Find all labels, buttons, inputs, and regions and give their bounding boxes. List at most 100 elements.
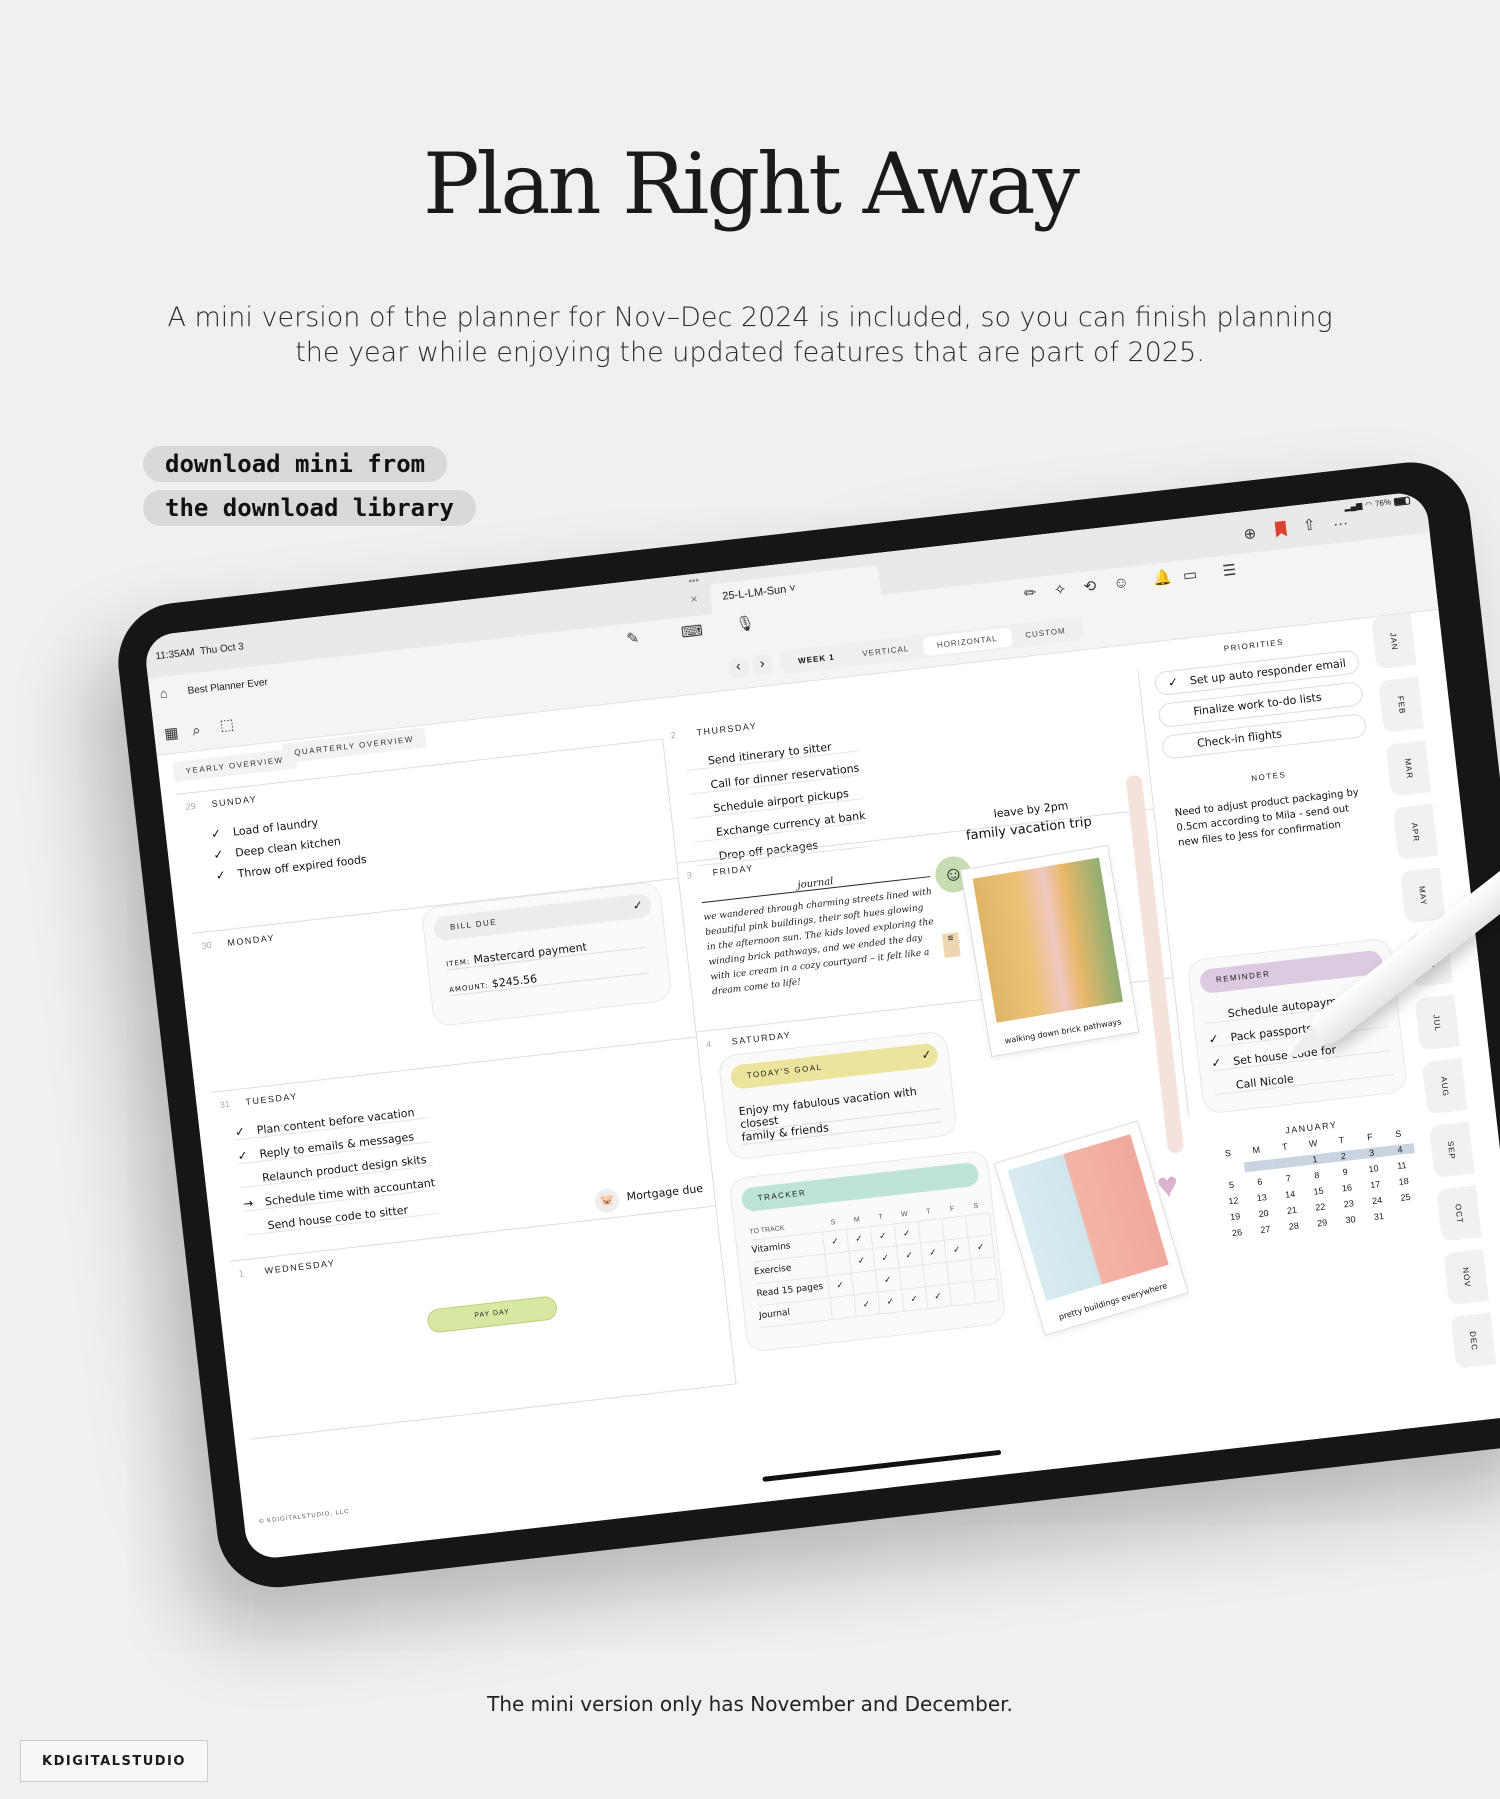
calendar-day[interactable]: 15 [1304, 1185, 1334, 1198]
prev-week-button[interactable]: ‹ [727, 656, 750, 679]
calendar-day[interactable]: 4 [1385, 1143, 1415, 1157]
calendar-day[interactable]: 21 [1277, 1204, 1307, 1217]
check-mark[interactable] [1176, 747, 1198, 749]
calendar-day[interactable]: 16 [1332, 1181, 1362, 1194]
tracker-cell[interactable]: ✓ [900, 1286, 928, 1311]
tracker-cell[interactable] [850, 1269, 878, 1295]
check-mark[interactable]: ✓ [215, 867, 238, 883]
tracker-cell[interactable]: ✓ [895, 1242, 923, 1268]
month-tab-feb[interactable]: FEB [1378, 676, 1424, 733]
check-mark[interactable]: ✓ [210, 825, 233, 841]
multitask-dots[interactable]: ••• [688, 575, 700, 587]
check-mark[interactable]: ✓ [1211, 1054, 1234, 1070]
tracker-cell[interactable]: ✓ [943, 1237, 970, 1262]
calendar-day[interactable]: 10 [1359, 1162, 1389, 1175]
tracker-cell[interactable]: ✓ [967, 1234, 994, 1260]
tracker-cell[interactable]: ✓ [826, 1272, 854, 1298]
calendar-day[interactable]: 22 [1306, 1200, 1336, 1213]
bell-icon[interactable]: 🔔 [1152, 569, 1172, 588]
calendar-day[interactable]: 3 [1356, 1146, 1387, 1160]
check-icon[interactable]: ✓ [632, 898, 644, 913]
tracker-cell[interactable]: ✓ [919, 1239, 947, 1265]
tracker-cell[interactable] [917, 1218, 944, 1243]
segment-week[interactable]: WEEK 1 [783, 645, 849, 671]
calendar-day[interactable]: 12 [1219, 1194, 1249, 1207]
tracker-cell[interactable]: ✓ [893, 1220, 920, 1246]
month-tab-dec[interactable]: DEC [1450, 1312, 1497, 1369]
calendar-day[interactable]: 25 [1391, 1191, 1421, 1204]
calendar-day[interactable]: 28 [1279, 1220, 1309, 1233]
new-page-icon[interactable]: ⊕ [1243, 525, 1257, 543]
home-indicator[interactable] [762, 1449, 1002, 1482]
tracker-cell[interactable]: ✓ [877, 1289, 904, 1314]
check-icon[interactable]: ✓ [921, 1047, 933, 1062]
check-mark[interactable]: ✓ [213, 846, 236, 862]
check-mark[interactable]: ✓ [1167, 670, 1191, 694]
menu-icon[interactable]: ☰ [1222, 562, 1237, 580]
tracker-cell[interactable]: ✓ [924, 1283, 952, 1309]
calendar-day[interactable]: 24 [1362, 1194, 1392, 1207]
search-icon[interactable]: ⌕ [191, 722, 201, 740]
tracker-cell[interactable] [948, 1280, 975, 1306]
calendar-day[interactable]: 29 [1307, 1216, 1337, 1229]
month-tab-nov[interactable]: NOV [1443, 1248, 1490, 1306]
tracker-cell[interactable] [946, 1259, 973, 1284]
tracker-cell[interactable]: ✓ [869, 1223, 896, 1249]
calendar-day[interactable]: 17 [1361, 1178, 1391, 1191]
month-tab-jul[interactable]: JUL [1414, 994, 1461, 1051]
check-mark[interactable]: → [242, 1195, 265, 1211]
tracker-cell[interactable]: ✓ [845, 1226, 873, 1251]
tracker-cell[interactable]: ✓ [874, 1267, 901, 1292]
more-icon[interactable]: ··· [1332, 515, 1349, 534]
sticker-icon[interactable]: ☺ [1113, 574, 1130, 593]
calendar-day[interactable]: 1 [1300, 1152, 1330, 1166]
next-week-button[interactable]: › [751, 653, 774, 676]
tracker-cell[interactable]: ✓ [821, 1228, 849, 1254]
add-lasso-icon[interactable]: ⬚ [219, 716, 235, 734]
tracker-cell[interactable] [922, 1261, 949, 1287]
calendar-day[interactable]: 23 [1334, 1197, 1364, 1210]
tracker-cell[interactable]: ✓ [853, 1291, 880, 1317]
calendar-day[interactable]: 26 [1222, 1226, 1252, 1239]
pen-icon[interactable]: ✎ [626, 630, 640, 648]
lasso-icon[interactable]: ⟲ [1083, 577, 1097, 595]
calendar-icon[interactable]: ▭ [1182, 566, 1198, 584]
sparkle-icon[interactable]: ✧ [1053, 581, 1067, 599]
calendar-day[interactable]: 9 [1330, 1165, 1360, 1178]
close-tab-icon[interactable]: × [690, 592, 699, 607]
calendar-day[interactable]: 14 [1275, 1188, 1305, 1201]
calendar-day[interactable]: 19 [1220, 1210, 1250, 1223]
tracker-cell[interactable]: ✓ [848, 1248, 875, 1273]
calendar-day[interactable]: 27 [1251, 1223, 1281, 1236]
tracker-cell[interactable] [969, 1256, 997, 1281]
calendar-day[interactable]: 13 [1247, 1191, 1277, 1204]
keyboard-icon[interactable]: ⌨ [680, 622, 703, 641]
tracker-cell[interactable] [829, 1294, 856, 1320]
calendar-day[interactable]: 11 [1387, 1159, 1417, 1172]
check-mark[interactable]: ✓ [234, 1123, 257, 1139]
calendar-day[interactable]: 20 [1249, 1207, 1279, 1220]
tracker-cell[interactable] [941, 1215, 968, 1240]
tracker-cell[interactable] [898, 1264, 925, 1290]
month-tab-jan[interactable]: JAN [1370, 613, 1417, 670]
calendar-day[interactable]: 2 [1328, 1149, 1359, 1163]
calendar-day[interactable]: 18 [1389, 1175, 1419, 1188]
tab-yearly-overview[interactable]: YEARLY OVERVIEW [172, 748, 297, 782]
check-mark[interactable] [1215, 1092, 1237, 1094]
check-mark[interactable]: ✓ [237, 1147, 260, 1163]
home-icon[interactable]: ⌂ [159, 685, 169, 701]
tracker-cell[interactable] [965, 1212, 992, 1238]
month-tab-apr[interactable]: APR [1392, 803, 1439, 860]
calendar-day[interactable]: 5 [1217, 1178, 1247, 1191]
month-tab-oct[interactable]: OCT [1436, 1185, 1482, 1242]
calendar-day[interactable]: 8 [1302, 1169, 1332, 1182]
calendar-day[interactable]: 7 [1274, 1172, 1304, 1185]
microphone-icon[interactable]: 🎙 [735, 614, 756, 633]
month-tab-mar[interactable]: MAR [1385, 740, 1432, 797]
tracker-cell[interactable]: ✓ [872, 1245, 899, 1270]
grid-icon[interactable]: ▦ [163, 724, 179, 742]
month-tab-sep[interactable]: SEP [1428, 1121, 1475, 1178]
calendar-day[interactable]: 6 [1245, 1175, 1275, 1188]
check-mark[interactable]: ✓ [1208, 1030, 1231, 1047]
check-mark[interactable] [1172, 715, 1194, 717]
